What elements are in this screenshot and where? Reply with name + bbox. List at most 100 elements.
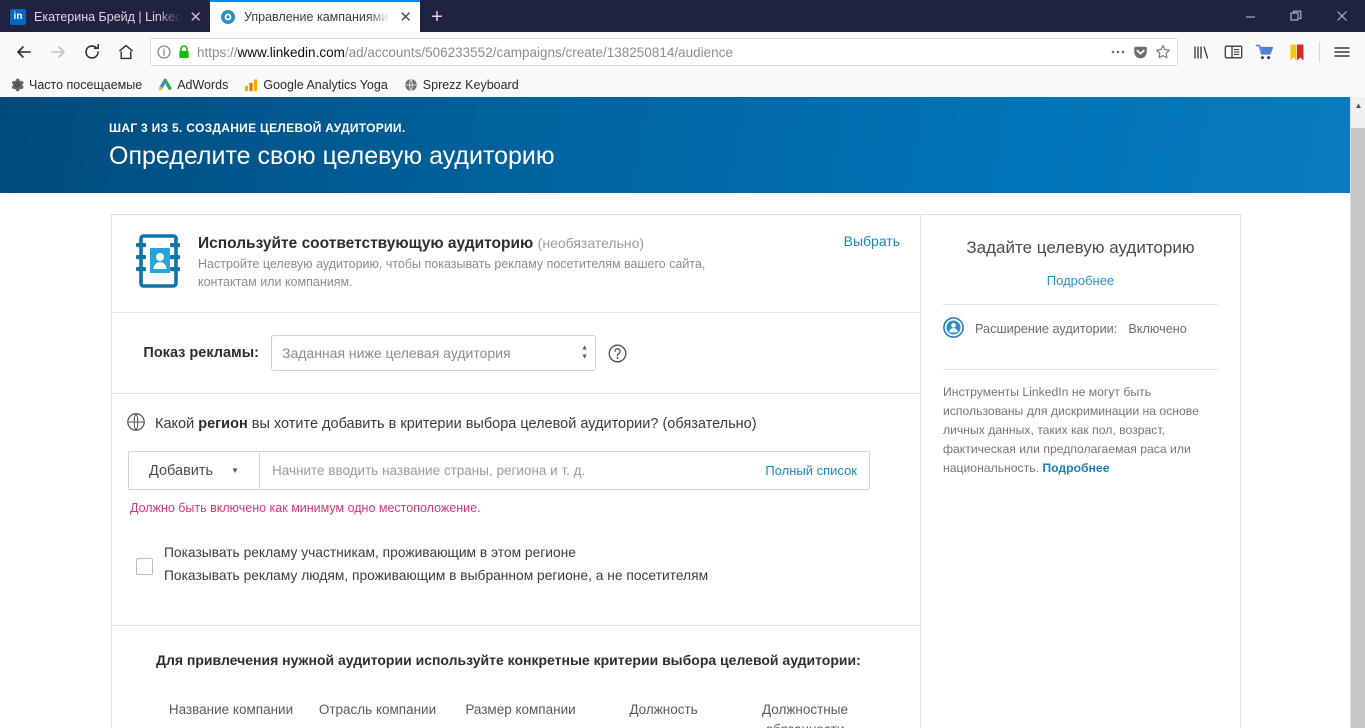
scroll-up-arrow-icon[interactable]: ▲ [1351,97,1365,113]
browser-tab-linkedin-profile[interactable]: in Екатерина Брейд | LinkedIn ✕ [0,2,210,32]
tab-title: Управление кампаниями в LinkedIn [244,10,391,24]
bookmark-label: Sprezz Keyboard [423,78,519,92]
criteria-job-function[interactable]: Должностные обязанности [735,700,875,728]
show-ads-label: Показ рекламы: [132,345,259,361]
criteria-company-name[interactable]: Название компании [156,700,306,728]
audience-help-panel: Задайте целевую аудиторию Подробнее [920,214,1241,728]
show-ads-section: Показ рекламы: Заданная ниже целевая ауд… [112,313,920,394]
lock-icon[interactable] [178,45,190,59]
criteria-company-industry[interactable]: Отрасль компании [306,700,449,728]
criteria-heading: Для привлечения нужной аудитории использ… [156,652,900,668]
region-residents-checkbox-row: Показывать рекламу участникам, проживающ… [126,515,900,609]
reload-icon[interactable] [76,36,108,68]
menu-icon[interactable] [1327,37,1357,67]
page-viewport: ШАГ 3 ИЗ 5. СОЗДАНИЕ ЦЕЛЕВОЙ АУДИТОРИИ. … [0,97,1365,728]
matched-audience-optional-tag: (необязательно) [538,235,644,251]
page-body: Используйте соответствующую аудиторию (н… [0,193,1350,728]
page-info-icon[interactable] [157,45,171,59]
region-question: Какой регион вы хотите добавить в критер… [126,412,900,436]
region-input-group: Добавить ▼ Начните вводить название стра… [128,451,870,490]
region-residents-checkbox[interactable] [136,558,153,575]
region-input-placeholder: Начните вводить название страны, региона… [272,463,585,478]
forward-arrow-icon [42,36,74,68]
bookmark-sprezz-keyboard[interactable]: Sprezz Keyboard [404,78,519,92]
new-tab-button[interactable]: + [420,2,454,32]
adwords-icon [158,78,172,92]
select-stepper-arrows[interactable]: ▲▼ [581,346,588,361]
region-error-message: Должно быть включено как минимум одно ме… [130,501,900,515]
region-question-text: Какой регион вы хотите добавить в критер… [155,416,757,432]
window-controls [1227,0,1365,32]
navigation-toolbar: https://www.linkedin.com/ad/accounts/506… [0,32,1365,72]
audience-expansion-value: Включено [1128,322,1187,336]
full-list-link[interactable]: Полный список [765,452,869,489]
matched-audience-section: Используйте соответствующую аудиторию (н… [112,215,920,313]
chevron-down-icon: ▼ [231,466,239,475]
bookmark-google-analytics[interactable]: Google Analytics Yoga [244,78,387,92]
url-domain: www.linkedin.com [238,45,345,60]
show-ads-selected-value: Заданная ниже целевая аудитория [282,345,511,361]
page-title: Определите свою целевую аудиторию [109,142,1350,171]
bookmarks-bar: Часто посещаемые AdWords Google Analytic… [0,72,1365,98]
region-add-label: Добавить [149,463,213,479]
address-book-icon [132,233,184,294]
show-ads-select[interactable]: Заданная ниже целевая аудитория [271,335,596,371]
scrollbar-thumb[interactable] [1351,128,1365,728]
bookmark-adwords[interactable]: AdWords [158,78,228,92]
help-circle-icon[interactable] [608,344,627,363]
bookmark-label: Часто посещаемые [29,78,142,92]
criteria-label: Должность [629,700,697,720]
region-section: Какой регион вы хотите добавить в критер… [112,394,920,626]
shopping-cart-icon[interactable] [1250,37,1280,67]
toolbar-right [1186,37,1357,67]
region-keyword: регион [198,416,248,432]
sidebar-icon[interactable] [1218,37,1248,67]
criteria-label: Размер компании [465,700,575,720]
page-scrollbar[interactable]: ▲ [1350,97,1365,728]
tab-strip: in Екатерина Брейд | LinkedIn ✕ Управлен… [0,0,1227,32]
gear-icon [10,78,24,92]
side-panel-title: Задайте целевую аудиторию [943,237,1218,260]
page-hero-banner: ШАГ 3 ИЗ 5. СОЗДАНИЕ ЦЕЛЕВОЙ АУДИТОРИИ. … [0,97,1350,193]
step-indicator: ШАГ 3 ИЗ 5. СОЗДАНИЕ ЦЕЛЕВОЙ АУДИТОРИИ. [109,121,1350,135]
region-add-dropdown[interactable]: Добавить ▼ [129,452,260,489]
bookmark-frequently-visited[interactable]: Часто посещаемые [10,78,142,92]
close-button[interactable] [1319,0,1365,32]
tab-close-icon[interactable]: ✕ [399,10,412,25]
bookmark-extension-icon[interactable] [1282,37,1312,67]
globe-icon [126,412,146,436]
library-icon[interactable] [1186,37,1216,67]
address-bar[interactable]: https://www.linkedin.com/ad/accounts/506… [150,38,1178,66]
criteria-section: Для привлечения нужной аудитории использ… [112,626,920,728]
page-actions-icon[interactable] [1110,45,1126,59]
region-search-input[interactable]: Начните вводить название страны, региона… [260,452,765,489]
select-audience-link[interactable]: Выбрать [844,233,900,249]
criteria-label: Название компании [169,700,293,720]
url-text[interactable]: https://www.linkedin.com/ad/accounts/506… [197,45,1103,60]
back-arrow-icon[interactable] [8,36,40,68]
criteria-label: Должностные обязанности [735,700,875,728]
bookmark-star-icon[interactable] [1155,44,1171,60]
discrimination-policy-note: Инструменты LinkedIn не могут быть испол… [943,370,1218,478]
minimize-button[interactable] [1227,0,1273,32]
audience-expansion-icon [943,317,964,341]
matched-audience-description: Настройте целевую аудиторию, чтобы показ… [198,256,738,292]
audience-expansion-row[interactable]: Расширение аудитории: Включено [943,305,1218,353]
criteria-label: Отрасль компании [319,700,436,720]
tab-close-icon[interactable]: ✕ [189,10,202,25]
browser-tab-campaign-manager[interactable]: Управление кампаниями в LinkedIn ✕ [210,0,420,32]
campaign-target-icon [220,9,236,25]
pocket-icon[interactable] [1133,45,1148,60]
home-icon[interactable] [110,36,142,68]
side-panel-learn-more-link[interactable]: Подробнее [943,273,1218,288]
linkedin-icon: in [10,9,26,25]
audience-expansion-label: Расширение аудитории: [975,322,1117,336]
bookmark-label: Google Analytics Yoga [263,78,387,92]
criteria-company-size[interactable]: Размер компании [449,700,592,728]
linkedin-campaign-page: ШАГ 3 ИЗ 5. СОЗДАНИЕ ЦЕЛЕВОЙ АУДИТОРИИ. … [0,97,1350,728]
criteria-job-title[interactable]: Должность [592,700,735,728]
audience-form-card: Используйте соответствующую аудиторию (н… [111,214,920,728]
restore-button[interactable] [1273,0,1319,32]
policy-note-link[interactable]: Подробнее [1042,461,1109,475]
checkbox-secondary-label: Показывать рекламу людям, проживающим в … [164,568,708,583]
